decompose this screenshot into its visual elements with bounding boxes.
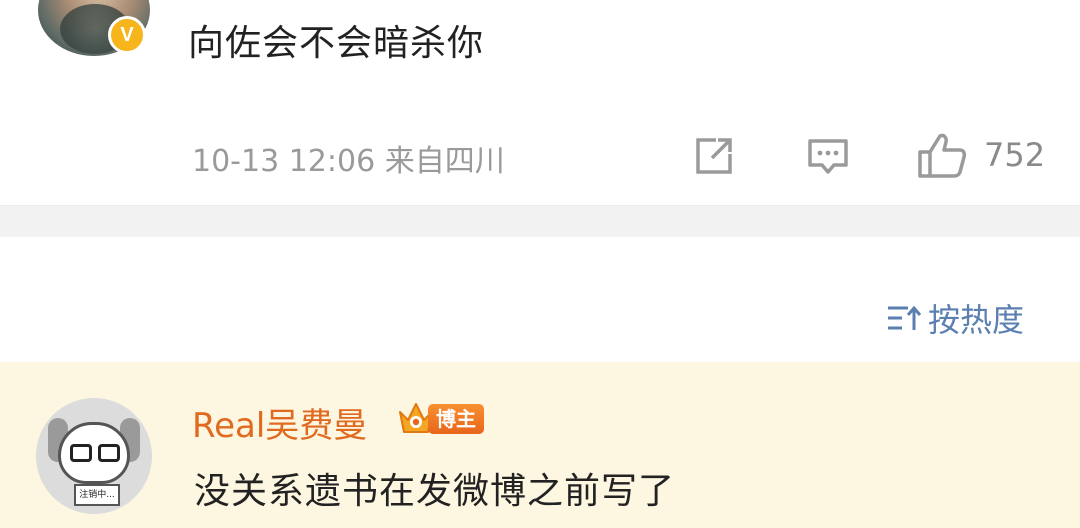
section-divider (0, 205, 1080, 237)
post-location: 来自四川 (384, 144, 505, 179)
comment-button[interactable] (806, 137, 850, 177)
comment-icon (808, 139, 848, 174)
like-count: 752 (984, 136, 1046, 174)
avatar-sign-text: 注销中... (74, 484, 120, 506)
sort-by-hot-button[interactable]: 按热度 (886, 296, 1024, 340)
like-button[interactable] (916, 130, 968, 180)
post-meta: 10-13 12:06 来自四川 (192, 136, 505, 180)
sort-icon (888, 305, 922, 330)
comment-text: 没关系遗书在发微博之前写了 (194, 471, 676, 512)
share-icon (696, 138, 732, 174)
post-card: V 向佐会不会暗杀你 10-13 12:06 来自四川 752 (0, 0, 1080, 205)
commenter-avatar[interactable]: 注销中... (36, 398, 152, 514)
thumbs-up-icon (918, 133, 967, 178)
share-button[interactable] (692, 134, 736, 178)
sort-label: 按热度 (928, 301, 1025, 339)
post-text: 向佐会不会暗杀你 (188, 23, 485, 64)
blogger-badge: 博主 (428, 404, 484, 434)
post-time: 10-13 12:06 (192, 144, 376, 179)
verified-badge-icon: V (108, 16, 146, 54)
commenter-username[interactable]: Real吴费曼 (192, 398, 367, 447)
